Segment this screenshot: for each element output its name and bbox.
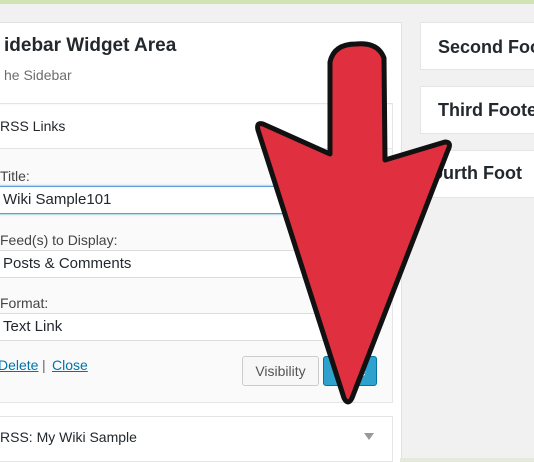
widgets-screen: idebar Widget Area he Sidebar RSS Links … <box>0 0 534 462</box>
down-arrow-icon <box>255 41 452 405</box>
